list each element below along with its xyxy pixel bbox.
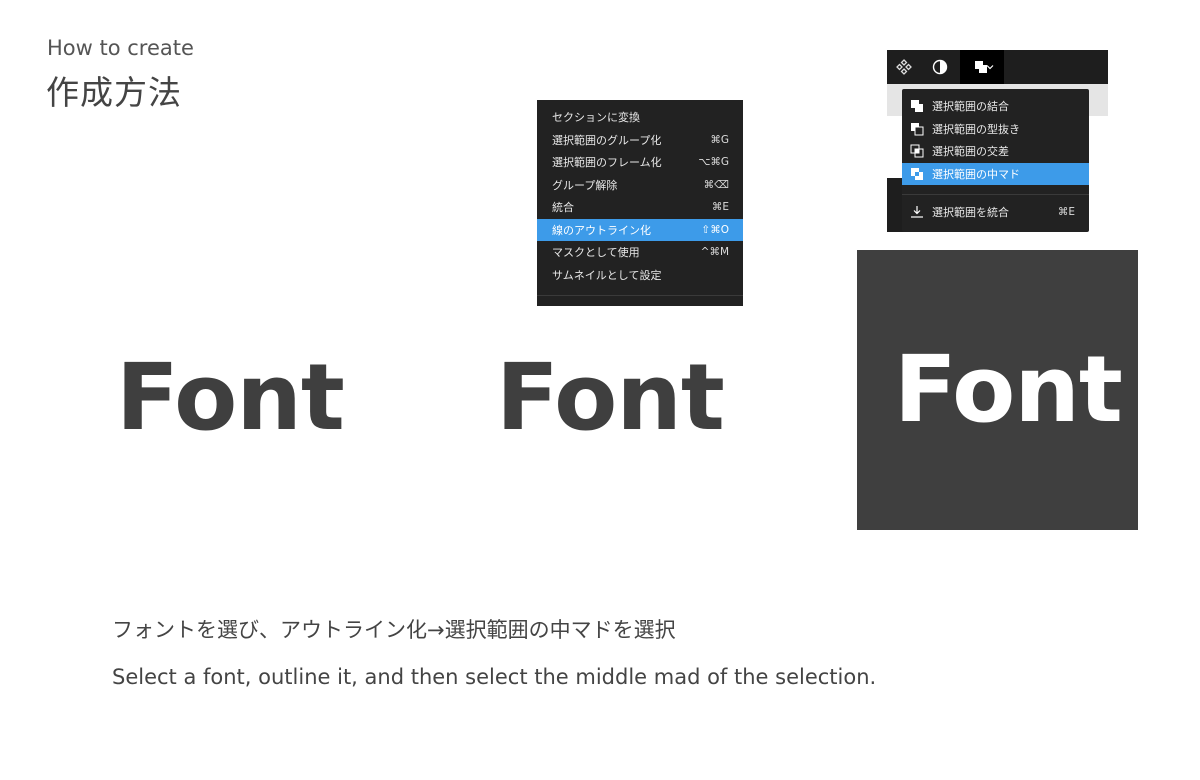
flatten-icon (909, 204, 925, 220)
union-icon (909, 98, 925, 114)
toolbar (887, 50, 1108, 84)
shortcut-label: ⌥⌘G (698, 156, 729, 169)
context-menu: セクションに変換 選択範囲のグループ化 ⌘G 選択範囲のフレーム化 ⌥⌘G グル… (537, 100, 743, 306)
shortcut-label: ⌘G (710, 133, 729, 146)
exclude-icon (909, 166, 925, 182)
menu-item-ungroup[interactable]: グループ解除 ⌘⌫ (537, 174, 743, 197)
menu-divider (537, 295, 743, 296)
boolean-dropdown-button[interactable] (960, 50, 1004, 84)
page-title: 作成方法 (46, 73, 182, 112)
menu-item-outline-stroke[interactable]: 線のアウトライン化 ⇧⌘O (537, 218, 743, 241)
contrast-icon[interactable] (923, 50, 957, 84)
intersect-icon (909, 143, 925, 159)
menu-item-exclude[interactable]: 選択範囲の中マド (902, 162, 1089, 185)
shortcut-label: ⇧⌘O (701, 223, 729, 236)
menu-item-convert-to-section[interactable]: セクションに変換 (537, 106, 743, 129)
caption-japanese: フォントを選び、アウトライン化→選択範囲の中マドを選択 (112, 618, 676, 642)
boolean-menu: 選択範囲の結合 選択範囲の型抜き 選択範囲の交差 選択範囲の中マド 選択範囲を統… (902, 89, 1089, 232)
shortcut-label: ⌘E (711, 201, 729, 214)
menu-item-union[interactable]: 選択範囲の結合 (902, 95, 1089, 118)
subtract-icon (909, 121, 925, 137)
menu-item-flatten[interactable]: 統合 ⌘E (537, 196, 743, 219)
shortcut-label: ⌘⌫ (703, 178, 729, 191)
caption-english: Select a font, outline it, and then sele… (112, 665, 877, 689)
menu-item-group-selection[interactable]: 選択範囲のグループ化 ⌘G (537, 129, 743, 152)
menu-item-frame-selection[interactable]: 選択範囲のフレーム化 ⌥⌘G (537, 151, 743, 174)
font-sample-original: Font (116, 344, 345, 451)
menu-item-intersect[interactable]: 選択範囲の交差 (902, 140, 1089, 163)
header-subtitle: How to create (47, 36, 194, 60)
menu-item-set-as-thumbnail[interactable]: サムネイルとして設定 (537, 264, 743, 287)
menu-item-use-as-mask[interactable]: マスクとして使用 ^⌘M (537, 241, 743, 264)
font-sample-outlined: Font (496, 344, 725, 451)
menu-item-subtract[interactable]: 選択範囲の型抜き (902, 118, 1089, 141)
menu-divider (902, 194, 1089, 195)
shortcut-label: ^⌘M (700, 246, 729, 259)
font-sample-excluded: Font (894, 336, 1123, 443)
chevron-down-icon (982, 50, 998, 84)
component-icon[interactable] (887, 50, 921, 84)
shortcut-label: ⌘E (1057, 206, 1075, 219)
menu-item-flatten-selection[interactable]: 選択範囲を統合 ⌘E (902, 201, 1089, 224)
